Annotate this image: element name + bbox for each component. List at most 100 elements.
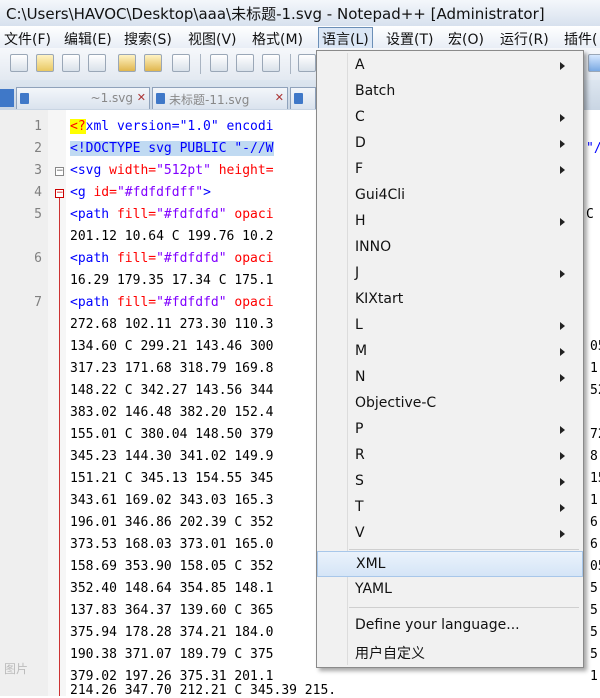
menu-item-p[interactable]: P: [317, 417, 583, 443]
undo-icon[interactable]: [298, 54, 316, 72]
menu-item-s[interactable]: S: [317, 469, 583, 495]
toolbar-separator: [290, 54, 291, 74]
language-dropdown-menu: A Batch C D F Gui4Cli H INNO J KIXtart L…: [316, 50, 584, 668]
code-line: 317.23 171.68 318.79 169.8: [70, 361, 274, 376]
close-all-icon[interactable]: [144, 54, 162, 72]
menu-edit[interactable]: 编辑(E): [64, 29, 112, 49]
toolbar-separator: [200, 54, 201, 74]
menu-view[interactable]: 视图(V): [188, 29, 237, 49]
watermark-text: 图片: [4, 662, 29, 676]
menu-item-inno[interactable]: INNO: [317, 235, 583, 261]
code-line-6-wrap: 16.29 179.35 17.34 C 175.1: [70, 273, 274, 288]
menu-item-batch[interactable]: Batch: [317, 79, 583, 105]
code-line-7: <path fill="#fdfdfd" opaci: [70, 295, 274, 310]
menu-item-f[interactable]: F: [317, 157, 583, 183]
code-line: 352.40 148.64 354.85 148.1: [70, 581, 274, 596]
code-fragment: 72: [590, 427, 600, 442]
menu-item-c[interactable]: C: [317, 105, 583, 131]
fold-toggle-icon[interactable]: −: [55, 167, 64, 176]
paste-icon[interactable]: [262, 54, 280, 72]
code-fragment: 1: [590, 361, 598, 376]
code-fragment: 5: [590, 647, 598, 662]
line-number-gutter: 1 2 3 4 5 6 7: [0, 110, 49, 696]
line-number: 7: [34, 295, 42, 310]
menu-format[interactable]: 格式(M): [252, 29, 303, 49]
menu-item-m[interactable]: M: [317, 339, 583, 365]
code-line: 137.83 364.37 139.60 C 365: [70, 603, 274, 618]
code-line-3: <svg width="512pt" height=: [70, 163, 274, 178]
tab-label: ~1.svg: [90, 91, 133, 105]
file-icon: [294, 93, 303, 104]
line-number: 3: [34, 163, 42, 178]
close-tab-icon[interactable]: ✕: [137, 91, 146, 104]
menu-item-r[interactable]: R: [317, 443, 583, 469]
close-tab-icon[interactable]: ✕: [275, 91, 284, 104]
tab-file-2[interactable]: 未标题-11.svg ✕: [152, 87, 288, 109]
open-file-icon[interactable]: [36, 54, 54, 72]
menu-item-gui4cli[interactable]: Gui4Cli: [317, 183, 583, 209]
menu-item-v[interactable]: V: [317, 521, 583, 547]
menu-item-h[interactable]: H: [317, 209, 583, 235]
menu-item-yaml[interactable]: YAML: [317, 577, 583, 603]
menu-separator: [349, 607, 579, 608]
close-file-icon[interactable]: [118, 54, 136, 72]
code-fragment: 05: [590, 559, 600, 574]
menu-file[interactable]: 文件(F): [4, 29, 51, 49]
submenu-arrow-icon: [560, 348, 565, 356]
tab-scroll-icon[interactable]: [0, 89, 14, 107]
menu-item-xml[interactable]: XML: [317, 551, 583, 577]
save-icon[interactable]: [62, 54, 80, 72]
cut-icon[interactable]: [210, 54, 228, 72]
menu-item-user-defined[interactable]: 用户自定义: [317, 639, 583, 665]
menu-item-objective-c[interactable]: Objective-C: [317, 391, 583, 417]
code-line: 343.61 169.02 343.03 165.3: [70, 493, 274, 508]
menu-settings[interactable]: 设置(T): [386, 29, 433, 49]
tab-file-3[interactable]: [290, 87, 316, 109]
submenu-arrow-icon: [560, 322, 565, 330]
code-line: 375.94 178.28 374.21 184.0: [70, 625, 274, 640]
menu-item-d[interactable]: D: [317, 131, 583, 157]
submenu-arrow-icon: [560, 166, 565, 174]
menu-plugins[interactable]: 插件(: [564, 29, 597, 49]
code-fragment: 15: [590, 471, 600, 486]
copy-icon[interactable]: [236, 54, 254, 72]
submenu-arrow-icon: [560, 504, 565, 512]
code-fragment: 5: [590, 603, 598, 618]
menu-macro[interactable]: 宏(O): [448, 29, 484, 49]
menu-search[interactable]: 搜索(S): [124, 29, 172, 49]
code-line: 148.22 C 342.27 143.56 344: [70, 383, 274, 398]
code-fragment: C: [586, 207, 594, 222]
window-title: C:\Users\HAVOC\Desktop\aaa\未标题-1.svg - N…: [6, 5, 545, 23]
menu-item-a[interactable]: A: [317, 53, 583, 79]
menu-separator: [349, 549, 579, 550]
code-line: 383.02 146.48 382.20 152.4: [70, 405, 274, 420]
tab-label: 未标题-11.svg: [169, 93, 250, 107]
code-fragment: 5: [590, 625, 598, 640]
submenu-arrow-icon: [560, 218, 565, 226]
fold-toggle-icon[interactable]: −: [55, 189, 64, 198]
new-file-icon[interactable]: [10, 54, 28, 72]
file-icon: [156, 93, 165, 104]
code-line-4: <g id="#fdfdfdff">: [70, 185, 211, 200]
toolbar-overflow-icon[interactable]: [588, 54, 600, 72]
menu-item-l[interactable]: L: [317, 313, 583, 339]
menu-item-kixtart[interactable]: KIXtart: [317, 287, 583, 313]
line-number: 4: [34, 185, 42, 200]
code-line: 272.68 102.11 273.30 110.3: [70, 317, 274, 332]
save-all-icon[interactable]: [88, 54, 106, 72]
code-fragment: 52: [590, 383, 600, 398]
code-fragment: 6: [590, 537, 598, 552]
code-fragment: 05: [590, 339, 600, 354]
code-line-5-wrap: 201.12 10.64 C 199.76 10.2: [70, 229, 274, 244]
code-line: 196.01 346.86 202.39 C 352: [70, 515, 274, 530]
print-icon[interactable]: [172, 54, 190, 72]
menu-item-n[interactable]: N: [317, 365, 583, 391]
code-fragment: 1: [590, 669, 598, 684]
code-fragment: "//W: [586, 141, 600, 156]
code-fragment: 6: [590, 515, 598, 530]
menu-item-j[interactable]: J: [317, 261, 583, 287]
menu-item-define-language[interactable]: Define your language...: [317, 613, 583, 639]
menu-item-t[interactable]: T: [317, 495, 583, 521]
tab-file-1[interactable]: ~1.svg ✕: [16, 87, 150, 109]
menu-run[interactable]: 运行(R): [500, 29, 549, 49]
